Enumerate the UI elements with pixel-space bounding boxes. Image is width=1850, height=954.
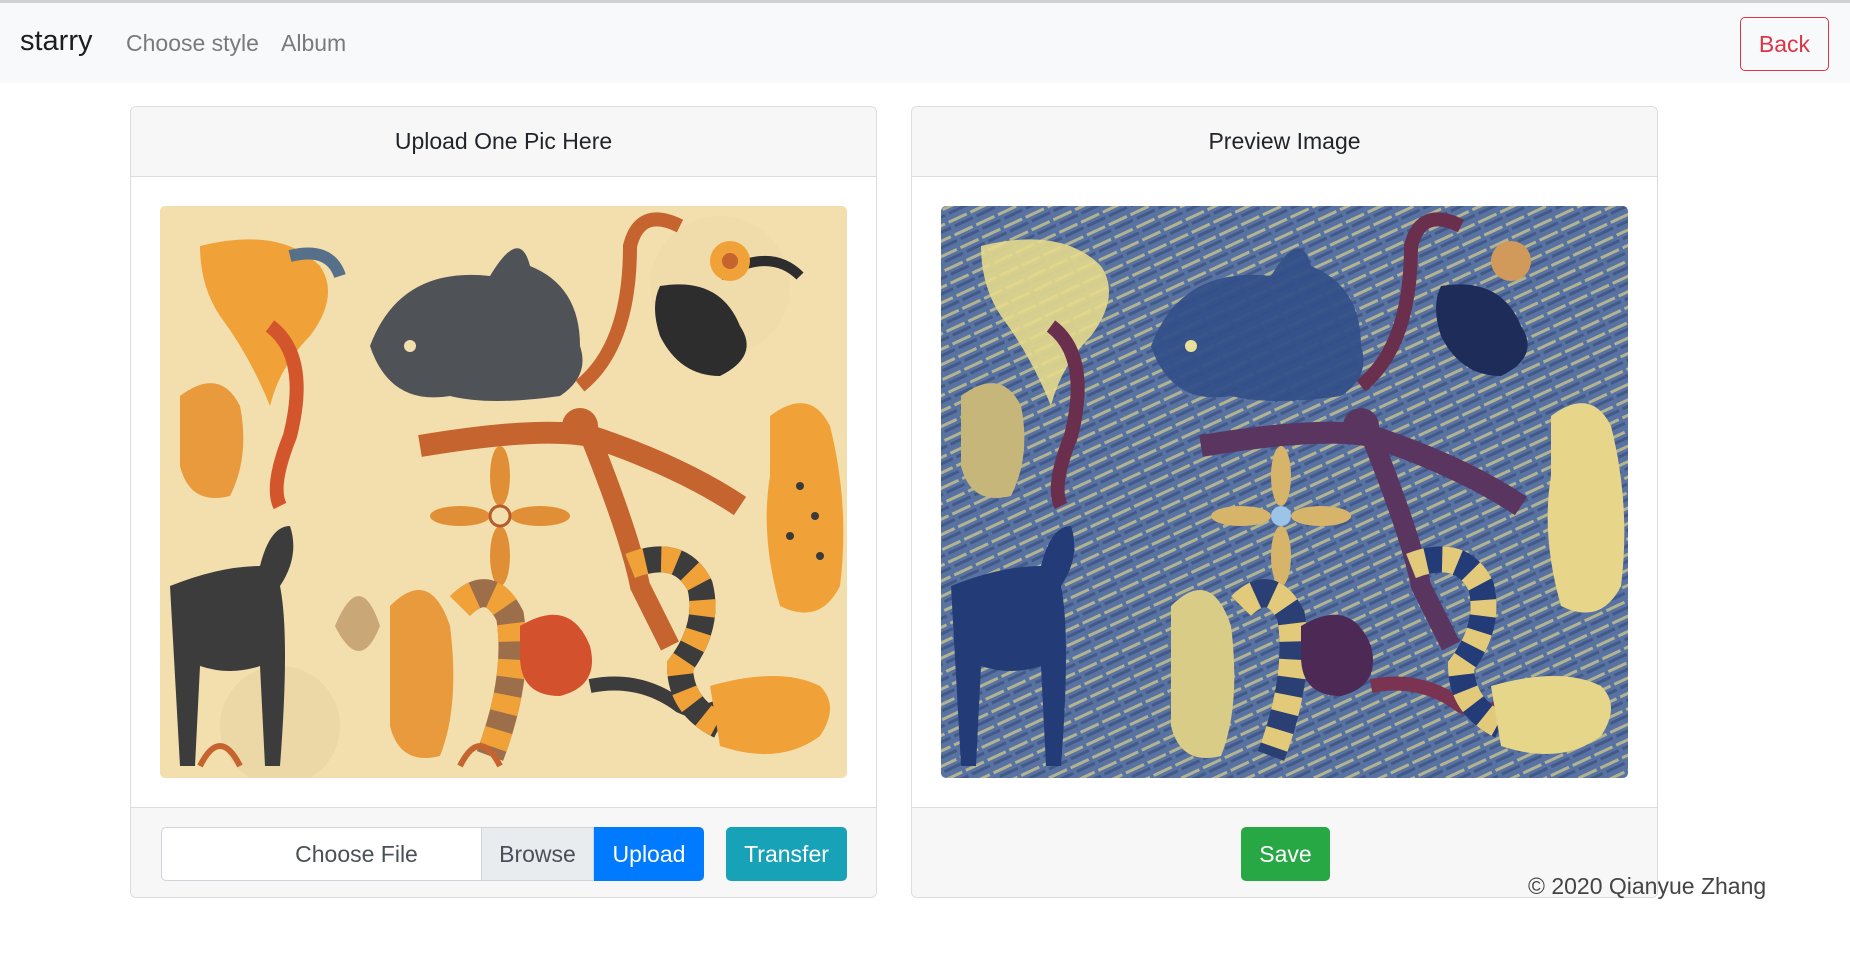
upload-card-footer: Choose File Browse Upload Transfer: [131, 807, 876, 897]
upload-card-title: Upload One Pic Here: [394, 128, 613, 154]
back-button[interactable]: Back: [1740, 17, 1829, 71]
file-input[interactable]: Choose File: [161, 827, 481, 881]
nav-link-album[interactable]: Album: [281, 30, 346, 57]
preview-image: [941, 206, 1628, 778]
preview-card: Preview Image Save: [911, 106, 1658, 898]
browse-button[interactable]: Browse: [481, 827, 594, 881]
navbar: starry Choose style Album Back: [0, 3, 1850, 83]
original-image: [160, 206, 847, 778]
upload-button[interactable]: Upload: [594, 827, 704, 881]
preview-card-header: Preview Image: [912, 107, 1657, 177]
styled-illustration: [941, 206, 1628, 778]
save-button[interactable]: Save: [1241, 827, 1330, 881]
transfer-button[interactable]: Transfer: [726, 827, 847, 881]
copyright-text: © 2020 Qianyue Zhang: [1528, 873, 1767, 899]
preview-card-title: Preview Image: [1208, 128, 1361, 154]
file-input-group: Choose File Browse Upload: [161, 827, 704, 881]
nav-link-choose-style[interactable]: Choose style: [126, 30, 259, 57]
upload-card-header: Upload One Pic Here: [131, 107, 876, 177]
original-illustration: [160, 206, 847, 778]
brand-logo[interactable]: starry: [20, 25, 93, 58]
upload-card: Upload One Pic Here Choose File Browse U…: [130, 106, 877, 898]
